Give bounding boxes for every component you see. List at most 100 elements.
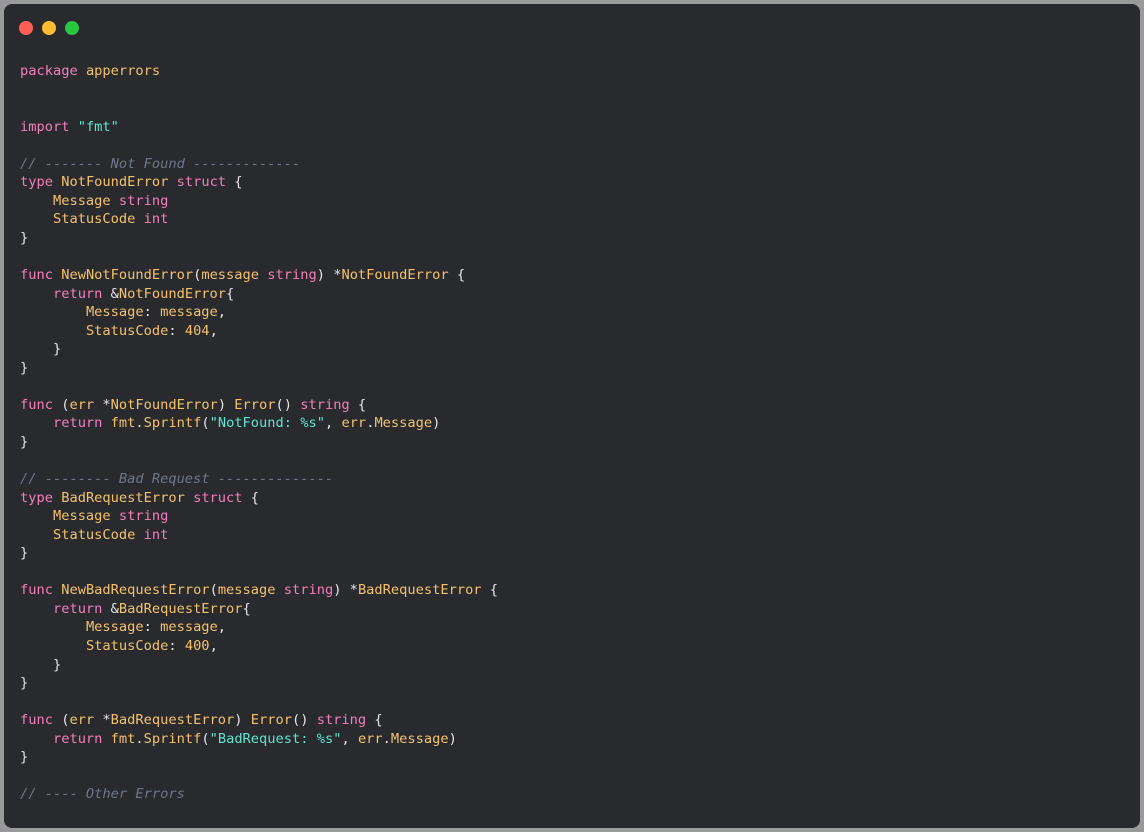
punctuation-token [111,508,119,524]
punctuation-token: ) [448,730,457,747]
punctuation-token: ) * [333,582,358,599]
code-line: } [20,229,498,248]
number-token: 404 [184,322,210,339]
punctuation-token [53,174,61,190]
identifier-token: StatusCode [85,637,169,654]
punctuation-token: } [20,749,29,766]
identifier-token: BadRequestError [110,712,235,729]
punctuation-token: { [242,600,251,617]
comment-token: // ---- Other Errors [20,786,185,803]
identifier-token: message [217,582,276,599]
punctuation-token: * [94,712,111,729]
identifier-token: err [341,415,367,432]
maximize-button[interactable] [65,21,79,35]
punctuation-token: . [135,730,144,747]
punctuation-token [20,323,86,339]
punctuation-token: : [143,619,161,636]
identifier-token: NotFoundError [118,285,227,302]
punctuation-token [20,619,86,635]
string-token: "fmt" [77,118,119,135]
punctuation-token: } [20,675,29,692]
code-line: Message string [20,192,498,211]
punctuation-token: ) * [316,267,342,284]
punctuation-token [20,304,86,320]
punctuation-token [20,731,53,747]
punctuation-token: } [20,341,62,358]
punctuation-token [20,211,53,227]
keyword-token: string [283,582,334,599]
code-line: type BadRequestError struct { [20,489,498,508]
identifier-token: Error [234,396,276,413]
punctuation-token: { [226,285,235,302]
window-titlebar [4,4,1140,52]
punctuation-token: ( [201,730,210,747]
identifier-token: fmt [110,415,136,432]
punctuation-token [20,508,53,524]
punctuation-token: : [168,637,185,654]
punctuation-token [168,174,176,190]
keyword-token: return [52,415,103,432]
keyword-token: func [20,582,53,599]
punctuation-token: () [275,396,301,413]
punctuation-token: } [20,359,29,376]
punctuation-token: , [217,304,227,321]
identifier-token: err [69,712,95,729]
identifier-token: NotFoundError [110,396,218,413]
punctuation-token [20,527,53,543]
punctuation-token: , [217,619,227,636]
code-line: StatusCode: 404, [20,322,498,341]
punctuation-token: ( [52,712,70,729]
string-token: "BadRequest: %s" [209,730,342,747]
punctuation-token: } [20,545,29,562]
punctuation-token: { [242,489,260,506]
code-line: Message: message, [20,618,498,637]
identifier-token: Error [250,712,292,729]
keyword-token: import [20,118,70,135]
code-line: } [20,359,498,378]
code-line: func NewBadRequestError(message string) … [20,581,498,600]
identifier-token: err [357,730,383,747]
identifier-token: apperrors [85,63,161,79]
punctuation-token: , [209,637,218,654]
code-line: // ------- Not Found ------------- [20,155,498,174]
minimize-button[interactable] [42,21,56,35]
identifier-token: NewNotFoundError [61,267,194,284]
punctuation-token [111,193,119,209]
code-window: package apperrors import "fmt" // ------… [4,4,1140,828]
comment-token: // ------- Not Found ------------- [20,155,301,172]
punctuation-token [185,490,193,506]
keyword-token: string [316,712,367,729]
code-line: return fmt.Sprintf("NotFound: %s", err.M… [20,414,498,433]
punctuation-token: } [20,433,29,450]
code-line: } [20,544,498,563]
keyword-token: struct [193,489,243,506]
identifier-token: Message [85,304,144,321]
punctuation-token: { [448,267,466,284]
keyword-token: type [20,489,53,506]
punctuation-token: ( [201,415,210,432]
punctuation-token [135,211,143,227]
number-token: 400 [184,637,210,654]
punctuation-token: . [382,730,391,747]
keyword-token: string [118,508,169,525]
punctuation-token: ( [209,582,218,599]
code-line: StatusCode: 400, [20,637,498,656]
code-line: func NewNotFoundError(message string) *N… [20,266,498,285]
code-line: Message string [20,507,498,526]
code-line: StatusCode int [20,526,498,545]
keyword-token: string [118,192,169,209]
code-line: type NotFoundError struct { [20,173,498,192]
punctuation-token [135,527,143,543]
identifier-token: StatusCode [85,322,169,339]
code-line: return &NotFoundError{ [20,285,498,304]
punctuation-token: { [226,174,243,191]
punctuation-token: , [209,322,218,339]
close-button[interactable] [19,21,33,35]
punctuation-token: { [366,712,383,729]
code-line: } [20,656,498,675]
punctuation-token [20,638,86,654]
punctuation-token [102,731,110,747]
